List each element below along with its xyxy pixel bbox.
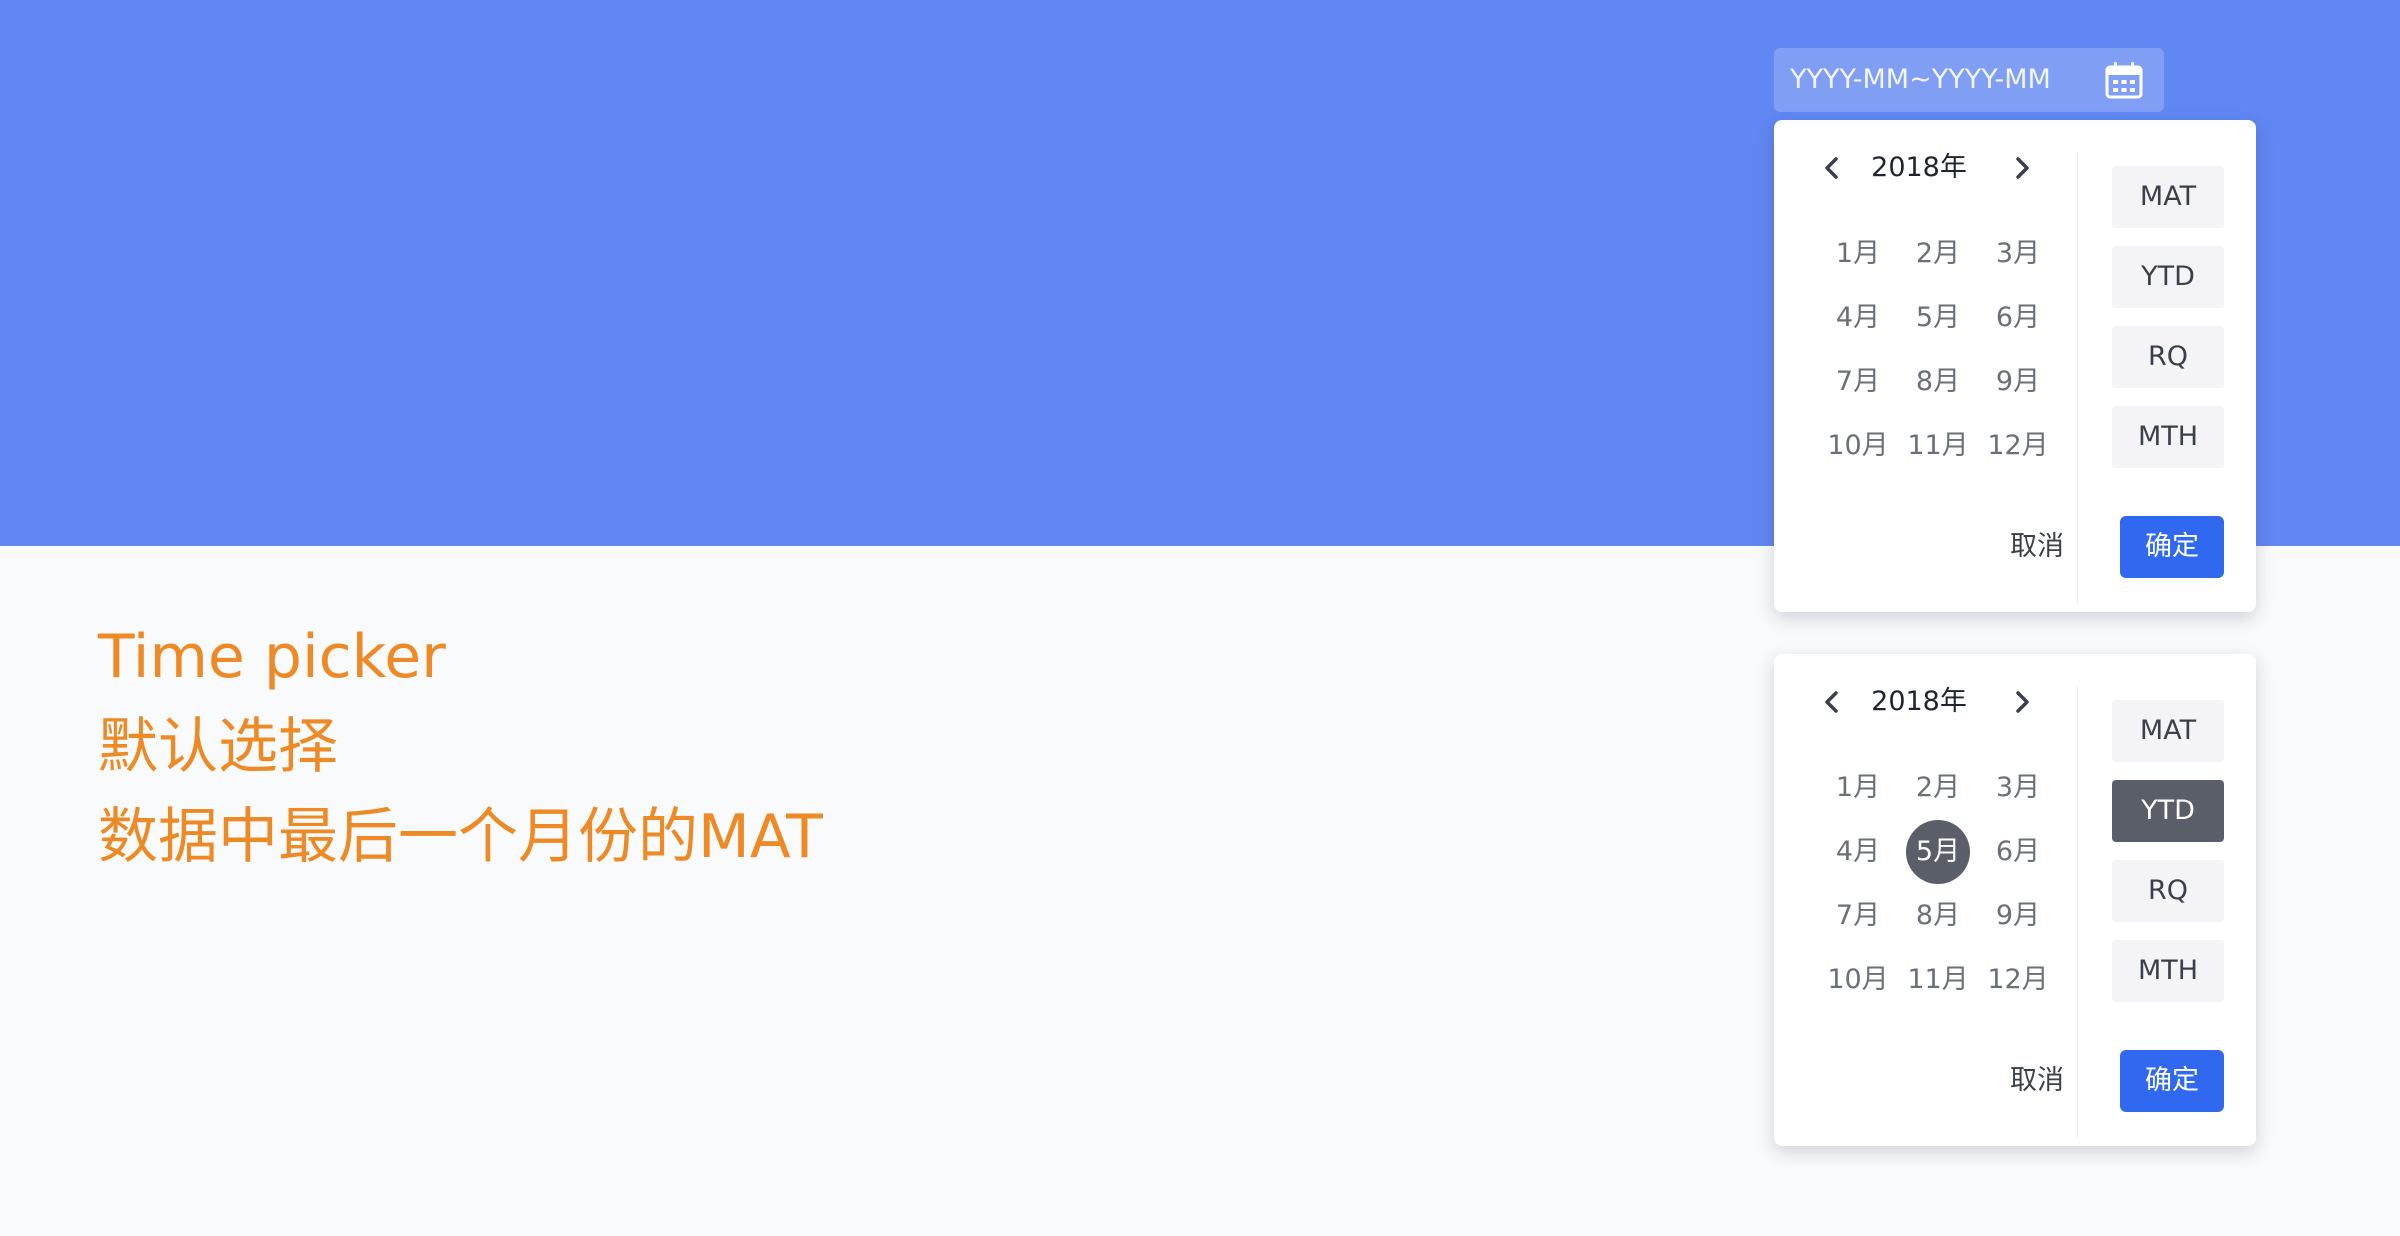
period-option-mth[interactable]: MTH xyxy=(2112,406,2224,468)
year-navigator: 2018年 xyxy=(1794,140,2030,196)
date-range-input[interactable]: YYYY-MM~YYYY-MM xyxy=(1774,48,2164,112)
month-option[interactable]: 3月 xyxy=(1986,222,2050,286)
year-label: 2018年 xyxy=(1871,686,1967,717)
period-option-mat[interactable]: MAT xyxy=(2112,166,2224,228)
month-option[interactable]: 9月 xyxy=(1986,350,2050,414)
month-option[interactable]: 2月 xyxy=(1906,756,1970,820)
period-option-rq[interactable]: RQ xyxy=(2112,860,2224,922)
caption-line-default: 默认选择 xyxy=(98,712,338,782)
month-option[interactable]: 4月 xyxy=(1826,286,1890,350)
month-option[interactable]: 11月 xyxy=(1906,414,1970,478)
month-option[interactable]: 7月 xyxy=(1826,350,1890,414)
year-label: 2018年 xyxy=(1871,152,1967,183)
month-option[interactable]: 5月 xyxy=(1906,820,1970,884)
annotation-caption: Time picker 默认选择 数据中最后一个月份的MAT xyxy=(98,612,823,882)
confirm-button[interactable]: 确定 xyxy=(2120,516,2224,578)
month-option[interactable]: 6月 xyxy=(1986,286,2050,350)
period-option-ytd[interactable]: YTD xyxy=(2112,780,2224,842)
month-option[interactable]: 10月 xyxy=(1826,414,1890,478)
month-option[interactable]: 10月 xyxy=(1826,948,1890,1012)
caption-line-description: 数据中最后一个月份的MAT xyxy=(98,802,823,872)
confirm-button[interactable]: 确定 xyxy=(2120,1050,2224,1112)
chevron-left-icon[interactable] xyxy=(1816,686,1848,718)
month-option[interactable]: 4月 xyxy=(1826,820,1890,884)
period-option-mat[interactable]: MAT xyxy=(2112,700,2224,762)
period-option-ytd[interactable]: YTD xyxy=(2112,246,2224,308)
chevron-right-icon[interactable] xyxy=(2006,152,2038,184)
month-option[interactable]: 6月 xyxy=(1986,820,2050,884)
caption-title: Time picker xyxy=(98,622,446,692)
month-option[interactable]: 1月 xyxy=(1826,756,1890,820)
month-option[interactable]: 7月 xyxy=(1826,884,1890,948)
period-option-rq[interactable]: RQ xyxy=(2112,326,2224,388)
month-option[interactable]: 8月 xyxy=(1906,350,1970,414)
month-option[interactable]: 12月 xyxy=(1986,948,2050,1012)
month-picker-panel: 2018年 1月 2月 3月 4月 5月 6月 7月 8月 9月 10月 11月 12月 MAT YTD… xyxy=(1774,654,2256,1146)
month-picker-panel: 2018年 1月 2月 3月 4月 5月 6月 7月 8月 9月 10月 11月 12月 MAT YTD… xyxy=(1774,120,2256,612)
month-option[interactable]: 9月 xyxy=(1986,884,2050,948)
cancel-button[interactable]: 取消 xyxy=(2004,516,2070,578)
month-option[interactable]: 5月 xyxy=(1906,286,1970,350)
period-option-mth[interactable]: MTH xyxy=(2112,940,2224,1002)
month-option[interactable]: 8月 xyxy=(1906,884,1970,948)
chevron-left-icon[interactable] xyxy=(1816,152,1848,184)
divider xyxy=(2077,686,2078,1138)
calendar-icon[interactable] xyxy=(2104,60,2144,100)
cancel-button[interactable]: 取消 xyxy=(2004,1050,2070,1112)
month-option[interactable]: 11月 xyxy=(1906,948,1970,1012)
date-range-placeholder: YYYY-MM~YYYY-MM xyxy=(1790,64,2051,95)
month-option[interactable]: 12月 xyxy=(1986,414,2050,478)
divider xyxy=(2077,152,2078,604)
month-option[interactable]: 2月 xyxy=(1906,222,1970,286)
month-option[interactable]: 1月 xyxy=(1826,222,1890,286)
chevron-right-icon[interactable] xyxy=(2006,686,2038,718)
year-navigator: 2018年 xyxy=(1794,674,2030,730)
month-option[interactable]: 3月 xyxy=(1986,756,2050,820)
